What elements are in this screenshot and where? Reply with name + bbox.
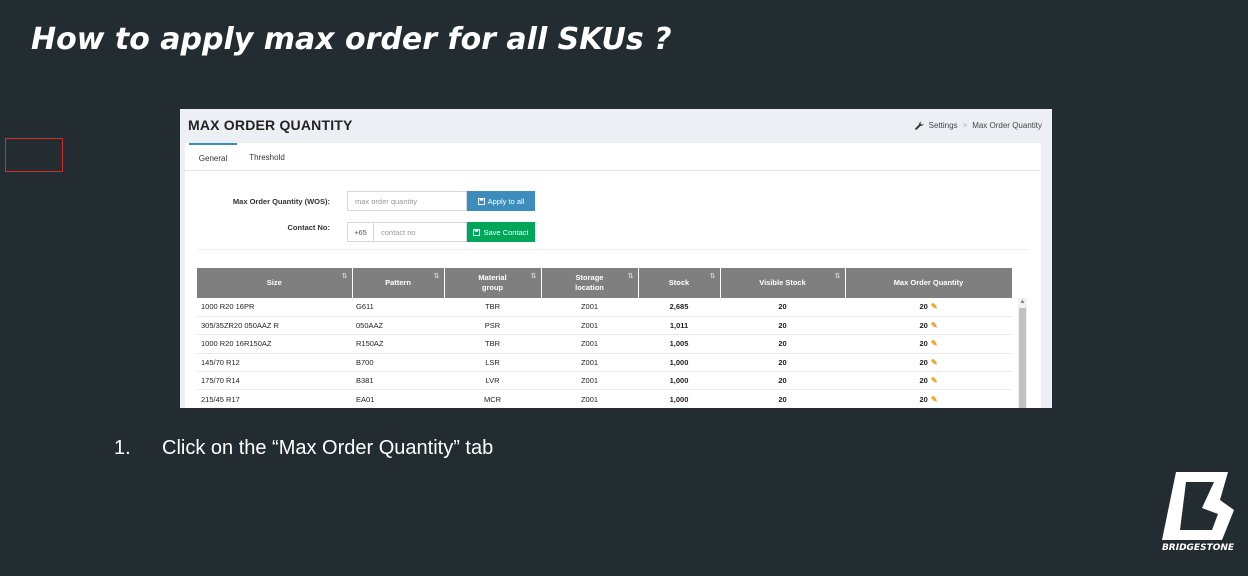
cell-max-order-quantity: 20 ✎: [845, 316, 1012, 336]
contact-input[interactable]: contact no: [373, 222, 467, 242]
cell-visible-stock: 20: [720, 353, 845, 373]
max-qty-input[interactable]: max order quantity: [347, 191, 467, 211]
column-header-size[interactable]: Size ⇅: [197, 268, 353, 298]
step-number: 1.: [114, 437, 131, 459]
scroll-up-icon[interactable]: ▲: [1018, 298, 1027, 307]
cell-storage-location: Z001: [541, 316, 638, 336]
cell-size: 305/35ZR20 050AAZ R: [197, 316, 352, 336]
column-header-storage-location[interactable]: Storage location ⇅: [541, 268, 639, 298]
cell-max-order-quantity: 20 ✎: [845, 334, 1012, 354]
scrollbar-thumb[interactable]: [1019, 308, 1026, 408]
bridgestone-wordmark: BRIDGESTONE: [1161, 543, 1235, 553]
cell-storage-location: Z001: [541, 298, 638, 317]
cell-max-order-quantity: 20 ✎: [845, 353, 1012, 373]
form-divider: [198, 249, 1028, 250]
tab-threshold[interactable]: Threshold: [243, 143, 291, 171]
cell-storage-location: Z001: [541, 353, 638, 373]
sort-icon[interactable]: ⇅: [342, 272, 348, 282]
edit-icon[interactable]: ✎: [931, 376, 938, 385]
wrench-icon: [914, 121, 924, 130]
save-contact-button[interactable]: Save Contact: [467, 222, 535, 242]
column-header-material-group[interactable]: Material group ⇅: [444, 268, 542, 298]
sort-icon[interactable]: ⇅: [628, 272, 634, 282]
cell-stock: 1,000: [638, 371, 720, 391]
max-qty-label: Max Order Quantity (WOS):: [232, 197, 330, 206]
cell-storage-location: Z001: [541, 371, 638, 391]
breadcrumb-settings[interactable]: Settings: [929, 121, 958, 130]
cell-storage-location: Z001: [541, 334, 638, 354]
sku-table: Size ⇅ Pattern ⇅ Material group ⇅ Storage l…: [197, 268, 1013, 408]
cell-size: 145/70 R12: [197, 353, 352, 373]
cell-pattern: 050AAZ: [352, 316, 444, 336]
cell-stock: 1,000: [638, 389, 720, 408]
breadcrumb-separator: >: [962, 121, 968, 130]
app-screenshot: MAX ORDER QUANTITY Settings > Max Order …: [180, 109, 1052, 408]
cell-stock: 1,005: [638, 334, 720, 354]
breadcrumb-current: Max Order Quantity: [972, 121, 1042, 130]
contact-label: Contact No:: [287, 223, 331, 232]
cell-stock: 2,685: [638, 298, 720, 317]
cell-max-order-quantity: 20 ✎: [845, 371, 1012, 391]
cell-material-group: LSR: [444, 353, 541, 373]
table-row: 305/35ZR20 050AAZ R 050AAZ PSR Z001 1,01…: [197, 316, 1012, 336]
cell-size: 1000 R20 16PR: [197, 298, 352, 317]
cell-material-group: PSR: [444, 316, 541, 336]
edit-icon[interactable]: ✎: [931, 339, 938, 348]
cell-stock: 1,000: [638, 353, 720, 373]
cell-visible-stock: 20: [720, 316, 845, 336]
cell-pattern: EA01: [352, 389, 444, 408]
table-row: 215/45 R17 EA01 MCR Z001 1,000 20 20 ✎: [197, 389, 1012, 408]
table-row: 145/70 R12 B700 LSR Z001 1,000 20 20 ✎: [197, 353, 1012, 373]
cell-storage-location: Z001: [541, 389, 638, 408]
save-contact-label: Save Contact: [483, 227, 529, 237]
contact-prefix: +65: [347, 222, 374, 242]
edit-icon[interactable]: ✎: [931, 321, 938, 330]
cell-size: 215/45 R17: [197, 389, 352, 408]
cell-visible-stock: 20: [720, 298, 845, 317]
tab-bar: General Threshold: [185, 143, 1041, 171]
edit-icon[interactable]: ✎: [931, 302, 938, 311]
apply-to-all-button[interactable]: Apply to all: [467, 191, 535, 211]
page-title: MAX ORDER QUANTITY: [188, 117, 353, 133]
cell-material-group: TBR: [444, 298, 541, 317]
edit-icon[interactable]: ✎: [931, 358, 938, 367]
cell-pattern: B700: [352, 353, 444, 373]
highlight-box: [5, 138, 63, 172]
sort-icon[interactable]: ⇅: [835, 272, 841, 282]
sort-icon[interactable]: ⇅: [434, 272, 440, 282]
save-icon: [473, 228, 481, 236]
cell-visible-stock: 20: [720, 389, 845, 408]
cell-pattern: R150AZ: [352, 334, 444, 354]
sort-icon[interactable]: ⇅: [531, 272, 537, 282]
cell-visible-stock: 20: [720, 334, 845, 354]
cell-material-group: MCR: [444, 389, 541, 408]
cell-size: 175/70 R14: [197, 371, 352, 391]
cell-stock: 1,011: [638, 316, 720, 336]
column-header-stock[interactable]: Stock ⇅: [638, 268, 721, 298]
edit-icon[interactable]: ✎: [931, 395, 938, 404]
sort-icon[interactable]: ⇅: [710, 272, 716, 282]
step-instruction: Click on the “Max Order Quantity” tab: [162, 437, 494, 459]
table-scrollbar[interactable]: ▲: [1018, 298, 1027, 408]
cell-material-group: TBR: [444, 334, 541, 354]
save-icon: [477, 197, 485, 205]
apply-to-all-label: Apply to all: [487, 196, 525, 206]
table-row: 175/70 R14 B381 LVR Z001 1,000 20 20 ✎: [197, 371, 1012, 391]
cell-pattern: G611: [352, 298, 444, 317]
cell-visible-stock: 20: [720, 371, 845, 391]
column-header-pattern[interactable]: Pattern ⇅: [352, 268, 445, 298]
column-header-max-order-quantity: Max Order Quantity: [845, 268, 1013, 298]
cell-max-order-quantity: 20 ✎: [845, 389, 1012, 408]
table-row: 1000 R20 16R150AZ R150AZ TBR Z001 1,005 …: [197, 334, 1012, 354]
cell-material-group: LVR: [444, 371, 541, 391]
cell-size: 1000 R20 16R150AZ: [197, 334, 352, 354]
tab-general[interactable]: General: [189, 143, 237, 171]
cell-max-order-quantity: 20 ✎: [845, 298, 1012, 317]
column-header-visible-stock[interactable]: Visible Stock ⇅: [720, 268, 846, 298]
slide-title: How to apply max order for all SKUs ?: [31, 22, 672, 57]
cell-pattern: B381: [352, 371, 444, 391]
table-row: 1000 R20 16PR G611 TBR Z001 2,685 20 20 ✎: [197, 298, 1012, 317]
breadcrumb: Settings > Max Order Quantity: [914, 121, 1042, 130]
